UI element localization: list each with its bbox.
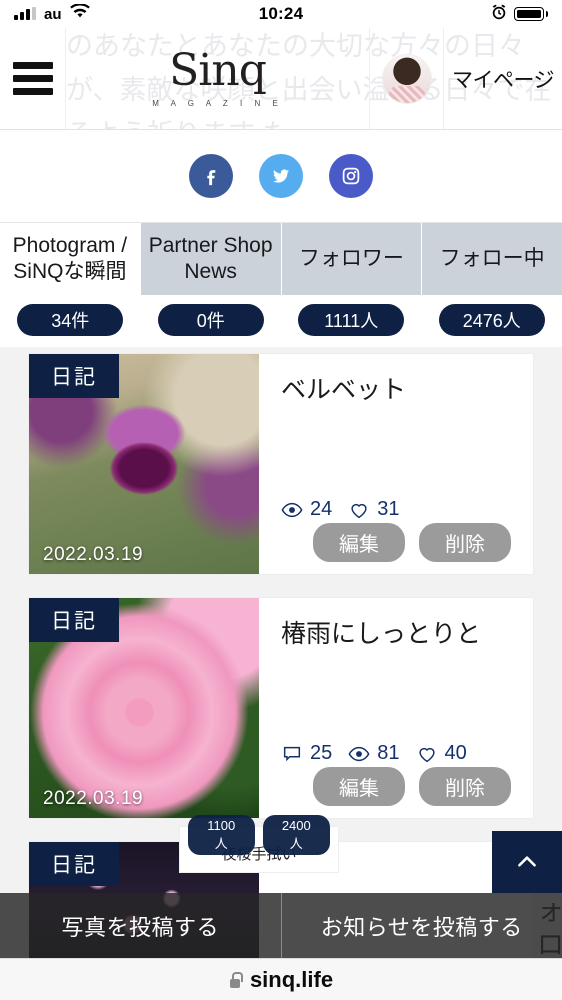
scroll-to-top-button[interactable] xyxy=(492,831,562,893)
tab-following[interactable]: フォロー中 xyxy=(422,223,562,295)
hamburger-menu-button[interactable] xyxy=(0,28,66,129)
count-cell-partner: 0件 xyxy=(141,304,282,336)
mini-badge-left: 1100人 xyxy=(188,815,255,855)
social-links xyxy=(0,130,562,222)
views-count: 24 xyxy=(310,498,333,520)
battery-full-icon xyxy=(514,7,544,21)
mobile-screen: au 10:24 のあなたとあなたの大切な方々の日々が、素敵な咲顔と出会い溢れる… xyxy=(0,0,562,1000)
status-badge: 日記 xyxy=(29,842,119,886)
count-badge-followers: 1111人 xyxy=(298,304,405,336)
post-body: ベルベット 24 31 編集 削除 xyxy=(259,354,533,574)
views-stat: 81 xyxy=(348,742,400,765)
lock-icon xyxy=(229,971,243,988)
edit-button[interactable]: 編集 xyxy=(313,767,405,806)
bottom-action-bar: 写真を投稿する お知らせを投稿する xyxy=(0,893,562,958)
edit-button[interactable]: 編集 xyxy=(313,523,405,562)
count-badge-partner: 0件 xyxy=(157,304,264,336)
browser-url-bar[interactable]: sinq.life xyxy=(0,958,562,1000)
delete-button[interactable]: 削除 xyxy=(419,523,511,562)
post-body: 椿雨にしっとりと 25 81 40 編集 削除 xyxy=(259,598,533,818)
battery-cap xyxy=(546,11,548,17)
eye-icon xyxy=(281,502,303,517)
mini-post-card[interactable]: 1100人 2400人 夜桜手拭い xyxy=(179,815,339,873)
tab-counts: 34件 0件 1111人 2476人 xyxy=(0,295,562,347)
twitter-icon xyxy=(272,169,290,183)
status-badge: 日記 xyxy=(29,598,119,642)
profile-tabs: Photogram / SiNQな瞬間 Partner Shop News フォ… xyxy=(0,222,562,295)
post-feed: 日記 2022.03.19 ベルベット 24 31 編集 削除 日記 2022.… xyxy=(0,347,562,1000)
post-title[interactable]: ベルベット xyxy=(281,374,511,407)
delete-button[interactable]: 削除 xyxy=(419,767,511,806)
count-badge-following: 2476人 xyxy=(438,304,545,336)
likes-count: 31 xyxy=(377,498,400,520)
avatar xyxy=(381,53,432,104)
comments-count: 25 xyxy=(310,742,333,764)
comment-icon xyxy=(283,746,301,761)
instagram-button[interactable] xyxy=(329,154,373,198)
count-cell-photogram: 34件 xyxy=(0,304,141,336)
logo-subtitle: M A G A Z I N E xyxy=(152,99,283,108)
chevron-up-icon xyxy=(518,856,536,867)
eye-icon xyxy=(348,746,370,761)
comments-stat: 25 xyxy=(281,742,332,765)
post-actions: 編集 削除 xyxy=(281,523,511,562)
tab-partner-shop-news[interactable]: Partner Shop News xyxy=(140,223,282,295)
count-cell-followers: 1111人 xyxy=(281,304,422,336)
heart-icon xyxy=(418,747,435,762)
site-logo[interactable]: Sinq M A G A Z I N E xyxy=(66,28,370,129)
status-bar: au 10:24 xyxy=(0,0,562,28)
table-row[interactable]: 日記 2022.03.19 ベルベット 24 31 編集 削除 xyxy=(28,353,534,575)
alarm-clock-icon xyxy=(491,4,507,25)
likes-stat: 40 xyxy=(416,742,467,765)
post-news-button[interactable]: お知らせを投稿する xyxy=(282,910,562,942)
post-title[interactable]: 椿雨にしっとりと xyxy=(281,618,511,651)
site-header: のあなたとあなたの大切な方々の日々が、素敵な咲顔と出会い溢れる日々で在るよう祈り… xyxy=(0,28,562,130)
profile-avatar-button[interactable] xyxy=(370,28,444,129)
twitter-button[interactable] xyxy=(259,154,303,198)
status-badge: 日記 xyxy=(29,354,119,398)
likes-stat: 31 xyxy=(348,498,400,521)
status-bar-right xyxy=(491,4,548,25)
likes-count: 40 xyxy=(444,742,467,764)
tab-followers[interactable]: フォロワー xyxy=(281,223,423,295)
post-stats: 24 31 xyxy=(281,498,511,521)
post-date: 2022.03.19 xyxy=(43,788,144,809)
views-stat: 24 xyxy=(281,498,332,521)
post-stats: 25 81 40 xyxy=(281,742,511,765)
hamburger-menu-icon xyxy=(12,62,53,95)
post-thumbnail[interactable]: 日記 2022.03.19 xyxy=(29,598,259,818)
heart-icon xyxy=(351,503,367,518)
instagram-icon xyxy=(342,167,360,185)
mini-count-badges: 1100人 2400人 xyxy=(188,815,330,855)
tab-photogram[interactable]: Photogram / SiNQな瞬間 xyxy=(0,223,141,295)
post-thumbnail[interactable]: 日記 2022.03.19 xyxy=(29,354,259,574)
post-date: 2022.03.19 xyxy=(43,544,144,565)
status-bar-clock: 10:24 xyxy=(258,4,304,23)
logo-wordmark: Sinq xyxy=(169,45,267,96)
mini-badge-right: 2400人 xyxy=(262,815,330,855)
mypage-link[interactable]: マイページ xyxy=(444,28,562,129)
count-badge-photogram: 34件 xyxy=(17,304,124,336)
post-actions: 編集 削除 xyxy=(281,767,511,806)
count-cell-following: 2476人 xyxy=(422,304,562,336)
post-photo-button[interactable]: 写真を投稿する xyxy=(0,910,281,942)
table-row[interactable]: 日記 2022.03.19 椿雨にしっとりと 25 81 40 編集 削除 xyxy=(28,597,534,819)
facebook-icon xyxy=(207,170,216,186)
views-count: 81 xyxy=(377,742,400,764)
url-text: sinq.life xyxy=(249,966,334,992)
facebook-button[interactable] xyxy=(189,154,233,198)
